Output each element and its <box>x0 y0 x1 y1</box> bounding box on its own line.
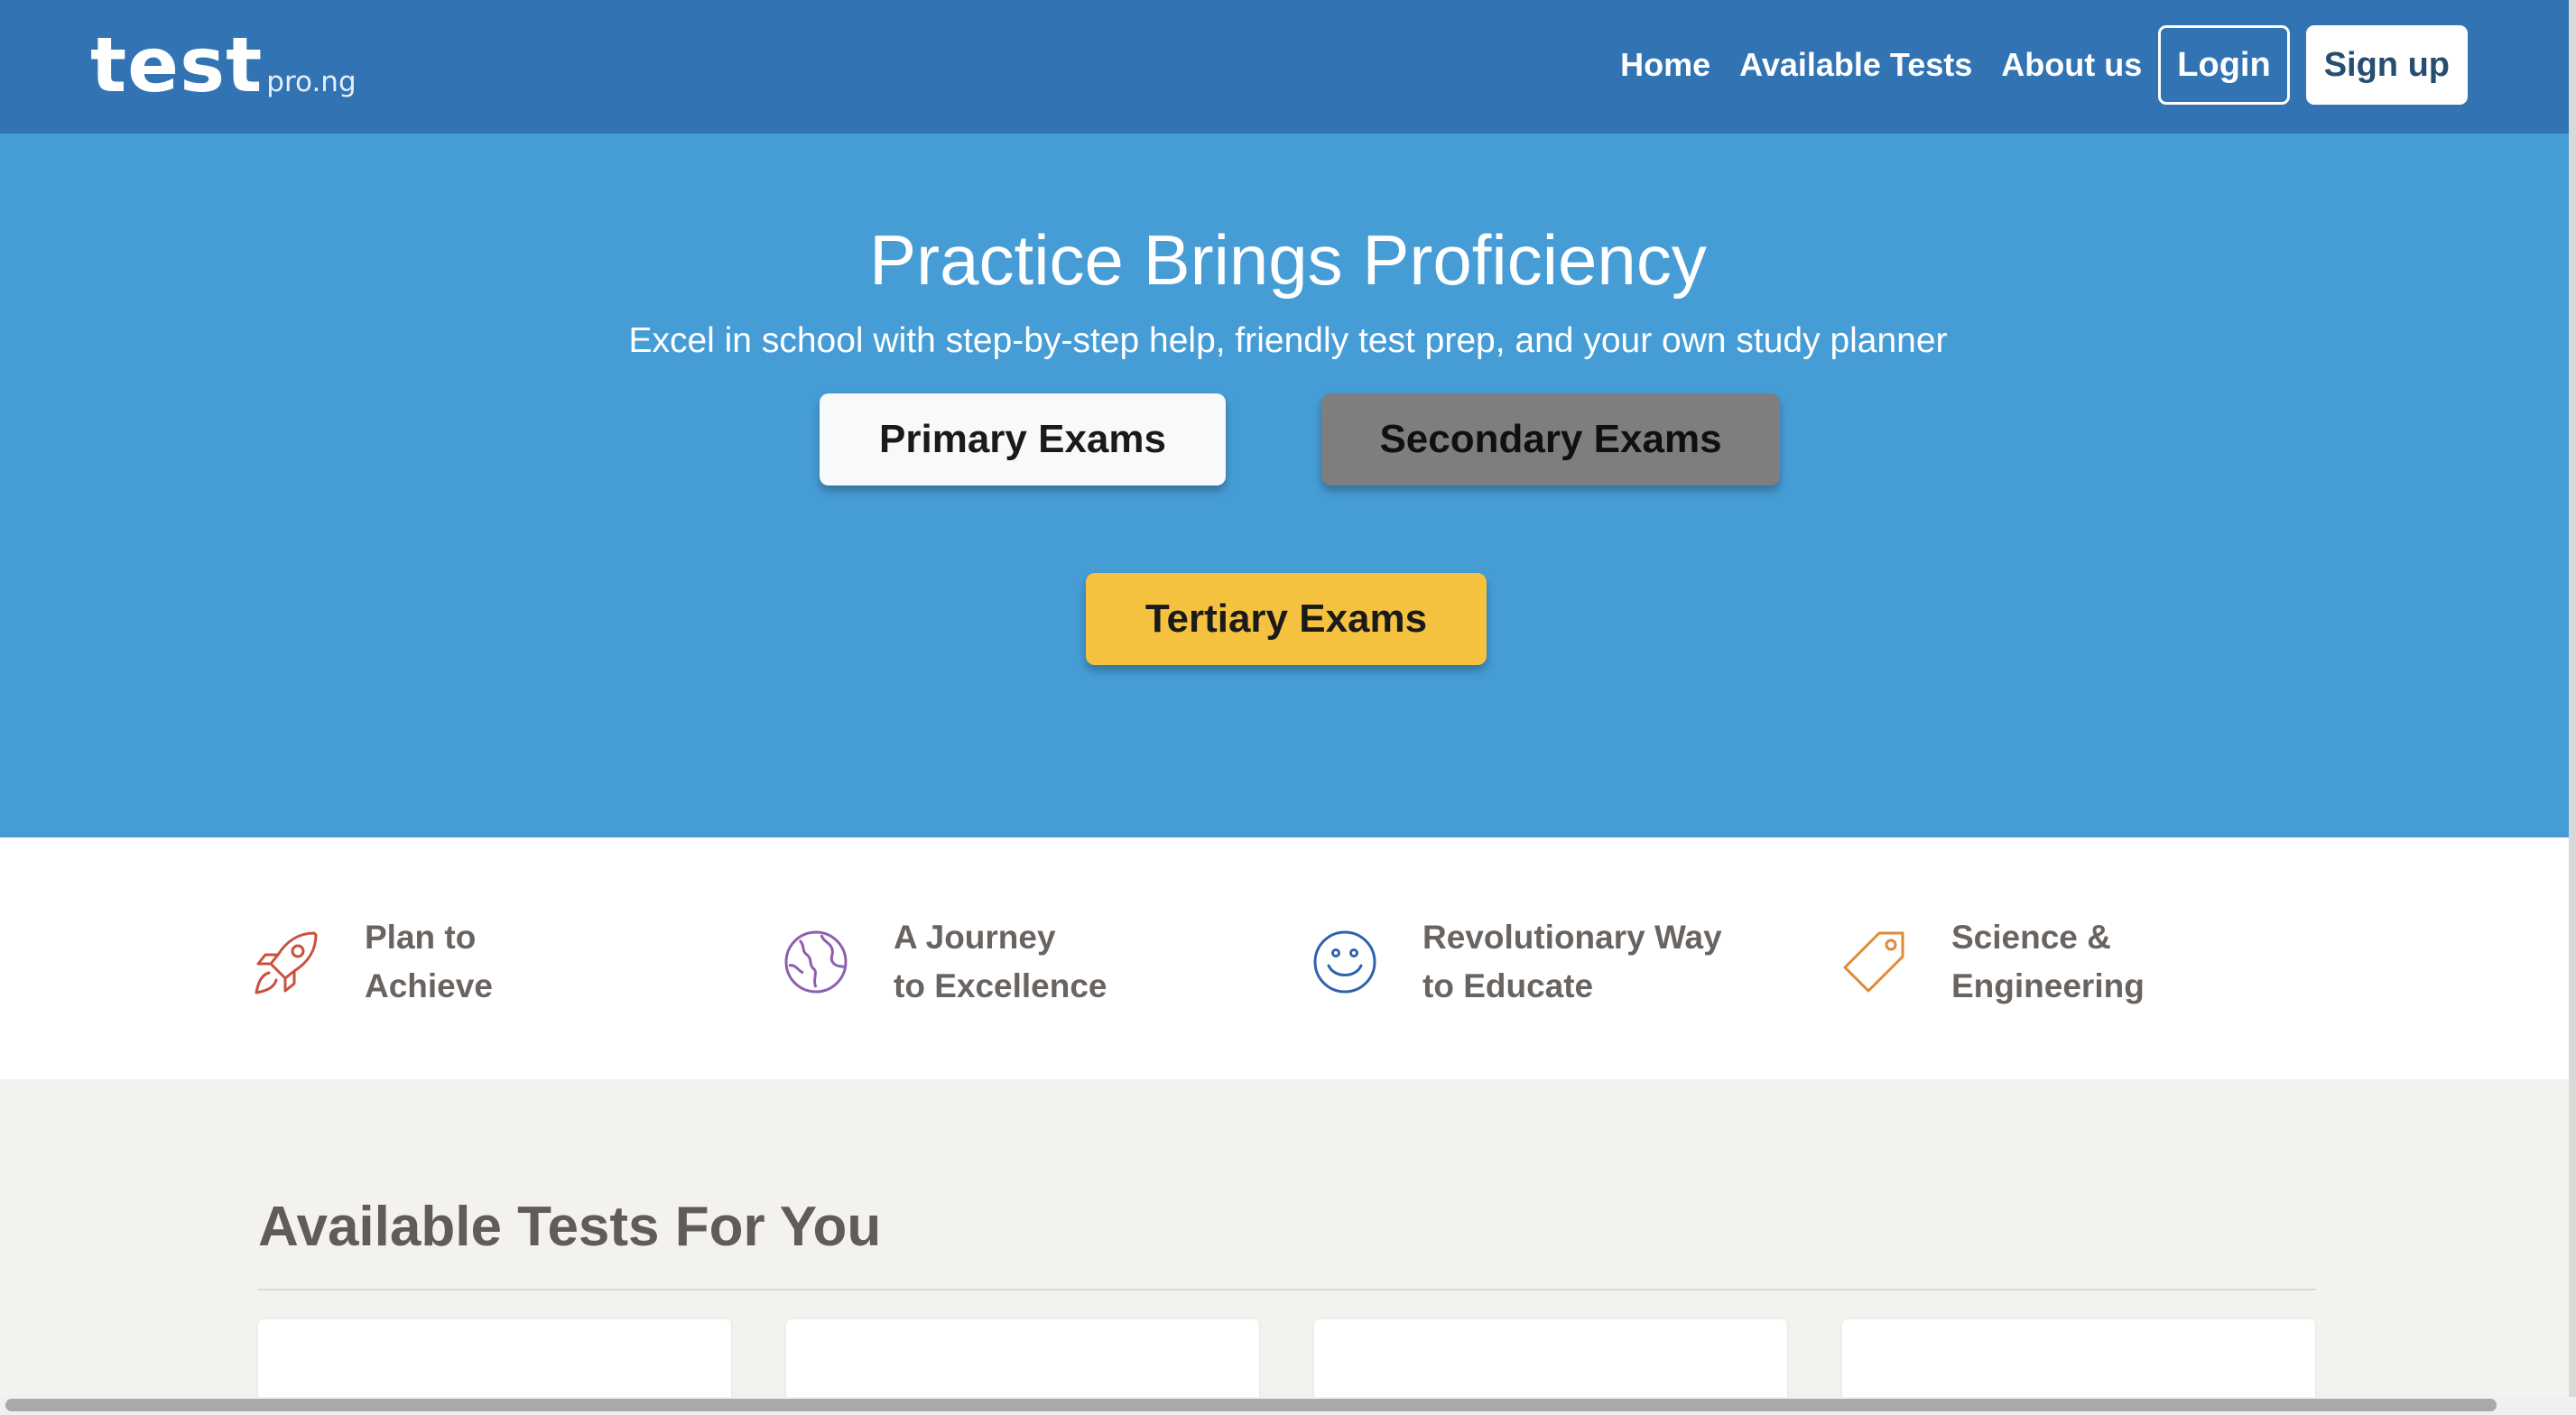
main-nav: Home Available Tests About us Login Sign… <box>1620 25 2468 105</box>
logo-domain-text: pro.ng <box>266 66 357 98</box>
available-tests-heading: Available Tests For You <box>258 1196 882 1258</box>
available-tests-section: Available Tests For You <box>0 1079 2576 1415</box>
nav-link-available-tests[interactable]: Available Tests <box>1739 46 1972 84</box>
smiley-icon <box>1311 928 1379 996</box>
top-navbar: test pro.ng Home Available Tests About u… <box>0 0 2576 134</box>
vertical-scrollbar[interactable] <box>2569 0 2576 1415</box>
site-logo[interactable]: test pro.ng <box>90 20 357 110</box>
hero-section: Practice Brings Proficiency Excel in sch… <box>0 134 2576 837</box>
signup-button[interactable]: Sign up <box>2305 25 2468 105</box>
primary-exams-button[interactable]: Primary Exams <box>820 393 1226 486</box>
feature-revolutionary-way: Revolutionary Way to Educate <box>1311 913 1722 1011</box>
horizontal-scrollbar[interactable] <box>0 1397 2576 1415</box>
secondary-exams-button[interactable]: Secondary Exams <box>1321 393 1780 486</box>
feature-label: Science & Engineering <box>1951 919 2145 1004</box>
tag-icon <box>1839 928 1908 996</box>
section-divider <box>258 1289 2316 1290</box>
feature-label: Revolutionary Way to Educate <box>1422 919 1722 1004</box>
horizontal-scrollbar-thumb[interactable] <box>5 1399 2497 1411</box>
feature-label: Plan to Achieve <box>365 919 493 1004</box>
login-button[interactable]: Login <box>2158 25 2290 105</box>
logo-text: test <box>90 21 264 109</box>
feature-journey-to-excellence: A Journey to Excellence <box>782 913 1107 1011</box>
rocket-icon <box>253 928 321 996</box>
features-section: Plan to Achieve A Journey to Excellence … <box>0 837 2576 1079</box>
nav-link-home[interactable]: Home <box>1620 46 1710 84</box>
tertiary-exams-button[interactable]: Tertiary Exams <box>1086 573 1487 665</box>
feature-science-engineering: Science & Engineering <box>1839 913 2145 1011</box>
nav-link-about-us[interactable]: About us <box>2001 46 2142 84</box>
feature-label: A Journey to Excellence <box>894 919 1107 1004</box>
globe-icon <box>782 928 850 996</box>
hero-title: Practice Brings Proficiency <box>869 220 1707 300</box>
feature-plan-to-achieve: Plan to Achieve <box>253 913 493 1011</box>
hero-subtitle: Excel in school with step-by-step help, … <box>628 321 1948 360</box>
